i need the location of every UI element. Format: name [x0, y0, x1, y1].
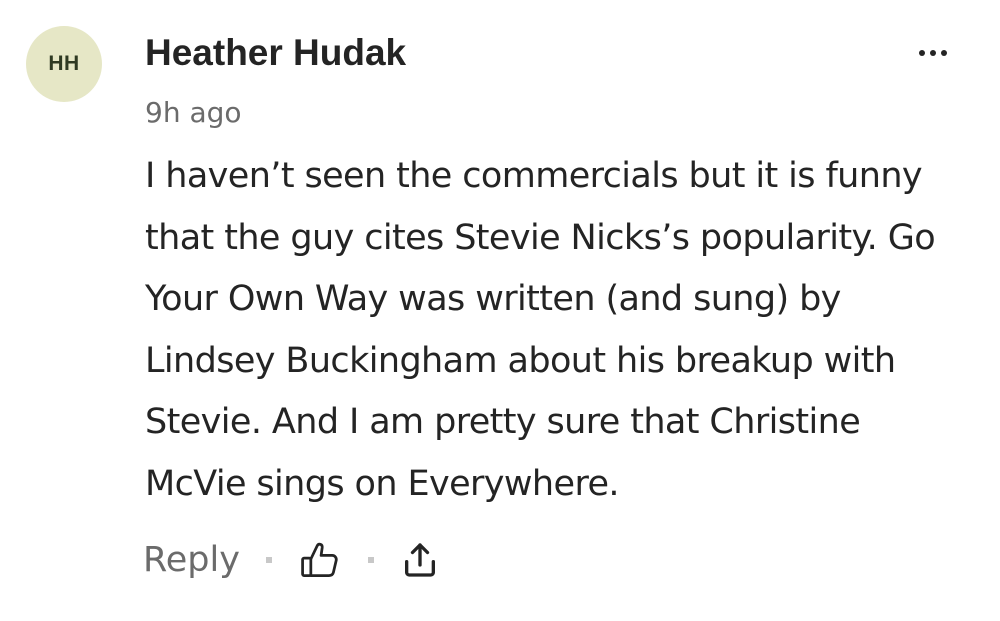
comment-line: Lindsey Buckingham about his breakup wit… — [145, 340, 896, 381]
comment-line: McVie sings on Everywhere. — [145, 463, 620, 504]
share-icon — [404, 543, 435, 577]
reply-button[interactable]: Reply — [143, 540, 240, 580]
more-dot — [930, 50, 936, 56]
separator-dot — [367, 557, 374, 563]
timestamp[interactable]: 9h ago — [145, 94, 242, 132]
separator-dot — [265, 557, 272, 563]
author-name[interactable]: Heather Hudak — [145, 29, 406, 77]
share-button[interactable] — [400, 538, 440, 582]
comment-text: I haven’t seen the commercials but it is… — [145, 146, 990, 515]
like-button[interactable] — [298, 538, 342, 582]
avatar[interactable]: HH — [26, 26, 102, 102]
comment-line: Stevie. And I am pretty sure that Christ… — [145, 402, 861, 442]
comment-line: that the guy cites Stevie Nicks’s popula… — [145, 217, 936, 258]
comment-line: I haven’t seen the commercials but it is… — [145, 156, 923, 196]
more-dot — [941, 50, 947, 56]
comment-line: Your Own Way was written (and sung) by — [145, 279, 841, 319]
comment-actions: Reply — [143, 530, 440, 590]
thumbs-up-icon — [301, 542, 338, 577]
more-options-button[interactable] — [906, 36, 960, 70]
more-dot — [919, 50, 925, 56]
avatar-initials: HH — [48, 52, 80, 75]
